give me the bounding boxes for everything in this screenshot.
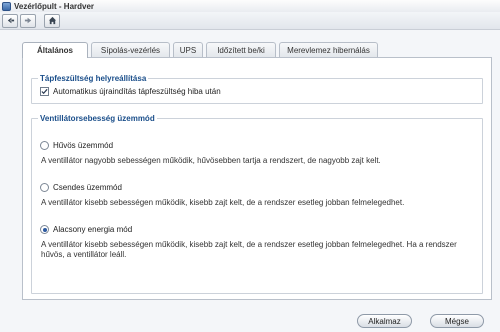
arrow-right-icon [24, 17, 31, 24]
checkmark-icon [41, 88, 48, 95]
navigation-toolbar [0, 12, 500, 30]
quiet-mode-description: A ventillátor kisebb sebességen működik,… [41, 198, 405, 207]
home-icon [48, 16, 56, 25]
fan-option-quiet: Csendes üzemmód A ventillátor kisebb seb… [40, 183, 466, 208]
power-recovery-legend: Tápfeszültség helyreállítása [40, 74, 147, 83]
tab-bar: Általános Sípolás-vezérlés UPS Időzített… [22, 42, 378, 58]
tab-ups[interactable]: UPS [173, 42, 203, 57]
quiet-mode-label: Csendes üzemmód [53, 183, 122, 192]
selected-dot [42, 227, 47, 232]
quiet-mode-row[interactable]: Csendes üzemmód [40, 183, 466, 192]
tab-beep-control[interactable]: Sípolás-vezérlés [91, 42, 170, 57]
fan-option-cool: Hűvös üzemmód A ventillátor nagyobb sebe… [40, 141, 466, 166]
auto-restart-row[interactable]: Automatikus újraindítás tápfeszültség hi… [40, 87, 474, 96]
auto-restart-label: Automatikus újraindítás tápfeszültség hi… [53, 87, 221, 96]
control-panel-window: Vezérlőpult - Hardver Általános Sípolás-… [0, 0, 500, 332]
cool-mode-label: Hűvös üzemmód [53, 141, 114, 150]
title-bar: Vezérlőpult - Hardver [0, 0, 500, 12]
app-icon [2, 1, 11, 11]
cool-mode-row[interactable]: Hűvös üzemmód [40, 141, 466, 150]
quiet-mode-radio[interactable] [40, 183, 49, 192]
cancel-button[interactable]: Mégse [430, 314, 484, 328]
auto-restart-checkbox[interactable] [40, 87, 49, 96]
tab-scheduled-power[interactable]: Időzített be/ki [206, 42, 276, 57]
low-power-mode-row[interactable]: Alacsony energia mód [40, 225, 466, 234]
low-power-mode-label: Alacsony energia mód [53, 225, 133, 234]
tab-general[interactable]: Általános [22, 42, 88, 58]
fan-option-low-power: Alacsony energia mód A ventillátor kiseb… [40, 225, 466, 260]
low-power-mode-description: A ventillátor kisebb sebességen működik,… [41, 240, 457, 259]
fan-mode-group: Ventillátorsebesség üzemmód Hűvös üzemmó… [31, 114, 483, 294]
window-title: Vezérlőpult - Hardver [14, 1, 95, 11]
fan-mode-legend: Ventillátorsebesség üzemmód [40, 114, 155, 123]
power-recovery-group: Tápfeszültség helyreállítása Automatikus… [31, 74, 483, 104]
cool-mode-description: A ventillátor nagyobb sebességen működik… [41, 156, 381, 165]
tab-hdd-hibernation[interactable]: Merevlemez hibernálás [279, 42, 378, 57]
arrow-left-icon [7, 17, 14, 24]
apply-button[interactable]: Alkalmaz [357, 314, 412, 328]
home-button[interactable] [44, 13, 60, 28]
cool-mode-radio[interactable] [40, 141, 49, 150]
low-power-mode-radio[interactable] [40, 225, 49, 234]
general-panel: Tápfeszültség helyreállítása Automatikus… [22, 57, 492, 300]
forward-button[interactable] [20, 13, 36, 28]
back-button[interactable] [2, 13, 18, 28]
